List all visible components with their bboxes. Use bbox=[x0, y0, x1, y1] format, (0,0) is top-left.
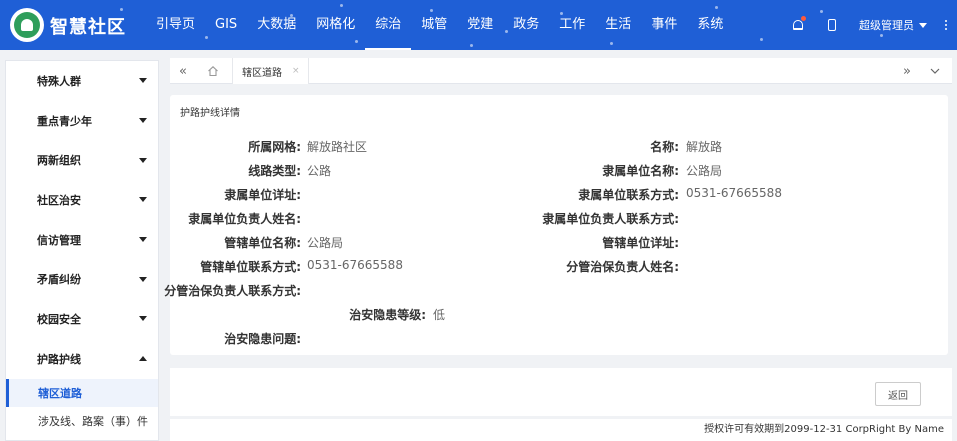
sidebar-item-label: 特殊人群 bbox=[37, 74, 81, 88]
card-title: 护路护线详情 bbox=[180, 108, 240, 119]
sidebar-item-special-population[interactable]: 特殊人群 bbox=[6, 61, 158, 101]
copyright-text: 授权许可有效期到2099-12-31 CorpRight By Name bbox=[170, 419, 952, 441]
home-tab-button[interactable] bbox=[200, 58, 226, 84]
field-label-admin-address: 管辖单位详址: bbox=[602, 236, 679, 250]
nav-item-comprehensive-governance[interactable]: 综治 bbox=[365, 0, 412, 50]
action-panel: 返回 bbox=[170, 368, 952, 416]
field-label-security-leader: 分管治保负责人姓名: bbox=[566, 260, 679, 274]
tabs-bar: « 辖区道路 × » bbox=[170, 58, 952, 84]
sidebar-item-key-youth[interactable]: 重点青少年 bbox=[6, 101, 158, 141]
more-menu-button[interactable] bbox=[935, 0, 957, 50]
field-label-hazard-level: 治安隐患等级: bbox=[349, 308, 426, 322]
field-label-line-type: 线路类型: bbox=[248, 164, 301, 178]
sidebar-subitem-road-cases[interactable]: 涉及线、路案（事）件 bbox=[6, 407, 158, 435]
caret-down-icon bbox=[139, 276, 147, 282]
field-label-name: 名称: bbox=[650, 140, 679, 154]
nav-item-government-affairs[interactable]: 政务 bbox=[503, 0, 549, 50]
logo-emblem-icon bbox=[14, 12, 40, 38]
nav-item-gis[interactable]: GIS bbox=[205, 0, 247, 50]
caret-down-icon bbox=[139, 237, 147, 243]
field-value-owner-phone: 0531-67665588 bbox=[686, 186, 782, 200]
sidebar-item-label: 矛盾纠纷 bbox=[37, 273, 81, 287]
sidebar-item-petition-management[interactable]: 信访管理 bbox=[6, 220, 158, 260]
tabs-dropdown-button[interactable] bbox=[922, 58, 948, 84]
sidebar-item-road-protection[interactable]: 护路护线 bbox=[6, 339, 158, 379]
sidebar-subitem-jurisdiction-roads[interactable]: 辖区道路 bbox=[6, 378, 158, 407]
app-logo[interactable] bbox=[10, 8, 44, 42]
field-label-owner-leader: 隶属单位负责人姓名: bbox=[188, 212, 301, 226]
notification-dot bbox=[801, 16, 806, 21]
tabs-scroll-right-button[interactable]: » bbox=[894, 58, 920, 84]
home-icon bbox=[208, 66, 218, 77]
more-vertical-icon bbox=[945, 20, 947, 22]
sidebar-item-new-organizations[interactable]: 两新组织 bbox=[6, 140, 158, 180]
field-value-name: 解放路 bbox=[686, 140, 723, 154]
sidebar-item-label: 两新组织 bbox=[37, 154, 81, 168]
sidebar-item-label: 护路护线 bbox=[37, 352, 81, 366]
back-button[interactable]: 返回 bbox=[875, 382, 921, 406]
mobile-button[interactable] bbox=[815, 0, 849, 50]
bell-icon bbox=[793, 20, 803, 30]
sidebar-item-disputes[interactable]: 矛盾纠纷 bbox=[6, 259, 158, 299]
nav-item-city-management[interactable]: 城管 bbox=[411, 0, 457, 50]
nav-item-bigdata[interactable]: 大数据 bbox=[247, 0, 306, 50]
nav-item-work[interactable]: 工作 bbox=[549, 0, 595, 50]
user-name: 超级管理员 bbox=[859, 19, 914, 32]
field-value-owner-unit: 公路局 bbox=[686, 164, 723, 178]
nav-item-grid[interactable]: 网格化 bbox=[306, 0, 365, 50]
sidebar-item-label: 社区治安 bbox=[37, 193, 81, 207]
field-label-security-leader-phone: 分管治保负责人联系方式: bbox=[164, 284, 301, 298]
field-value-admin-phone: 0531-67665588 bbox=[307, 258, 403, 272]
sidebar-item-label: 校园安全 bbox=[37, 312, 81, 326]
sidebar-item-label: 信访管理 bbox=[37, 233, 81, 247]
header-tools: 超级管理员 bbox=[781, 0, 957, 50]
user-menu[interactable]: 超级管理员 bbox=[849, 17, 935, 33]
field-value-admin-unit: 公路局 bbox=[307, 236, 344, 250]
double-chevron-left-icon: « bbox=[179, 63, 187, 79]
main-nav: 引导页 GIS 大数据 网格化 综治 城管 党建 政务 工作 生活 事件 系统 bbox=[146, 0, 733, 50]
double-chevron-right-icon: » bbox=[903, 63, 911, 79]
caret-down-icon bbox=[919, 22, 927, 28]
field-label-grid: 所属网格: bbox=[248, 140, 301, 154]
caret-down-icon bbox=[139, 197, 147, 203]
caret-down-icon bbox=[139, 157, 147, 163]
field-label-hazard-issue: 治安隐患问题: bbox=[224, 332, 301, 346]
sidebar-item-community-security[interactable]: 社区治安 bbox=[6, 180, 158, 220]
sidebar: 特殊人群 重点青少年 两新组织 社区治安 信访管理 矛盾纠纷 校园安全 护路护线… bbox=[5, 60, 159, 441]
notifications-button[interactable] bbox=[781, 0, 815, 50]
road-protection-detail-card: 护路护线详情 所属网格: 解放路社区 名称: 解放路 线路类型: 公路 隶属单位… bbox=[164, 95, 948, 355]
tabs-scroll-left-button[interactable]: « bbox=[170, 58, 196, 84]
nav-item-life[interactable]: 生活 bbox=[595, 0, 641, 50]
caret-down-icon bbox=[139, 118, 147, 124]
field-label-owner-address: 隶属单位详址: bbox=[224, 188, 301, 202]
field-label-admin-phone: 管辖单位联系方式: bbox=[200, 260, 301, 274]
tab-jurisdiction-roads[interactable]: 辖区道路 × bbox=[232, 58, 309, 84]
field-value-grid: 解放路社区 bbox=[307, 140, 368, 154]
field-label-owner-unit: 隶属单位名称: bbox=[602, 164, 679, 178]
mobile-phone-icon bbox=[828, 19, 836, 31]
field-label-owner-phone: 隶属单位联系方式: bbox=[578, 188, 679, 202]
nav-item-guide[interactable]: 引导页 bbox=[146, 0, 205, 50]
caret-down-icon bbox=[139, 316, 147, 322]
field-label-admin-unit: 管辖单位名称: bbox=[224, 236, 301, 250]
nav-item-party-building[interactable]: 党建 bbox=[457, 0, 503, 50]
nav-item-events[interactable]: 事件 bbox=[641, 0, 687, 50]
close-icon[interactable]: × bbox=[292, 66, 300, 76]
tab-label: 辖区道路 bbox=[242, 67, 282, 79]
sidebar-item-label: 重点青少年 bbox=[37, 114, 92, 128]
field-label-owner-leader-phone: 隶属单位负责人联系方式: bbox=[542, 212, 679, 226]
nav-item-system[interactable]: 系统 bbox=[687, 0, 733, 50]
caret-down-icon bbox=[139, 78, 147, 84]
caret-up-icon bbox=[139, 356, 147, 362]
field-value-line-type: 公路 bbox=[307, 164, 332, 178]
top-navigation-bar: 智慧社区 引导页 GIS 大数据 网格化 综治 城管 党建 政务 工作 生活 事… bbox=[0, 0, 957, 50]
chevron-down-icon bbox=[930, 68, 940, 74]
field-value-hazard-level: 低 bbox=[433, 308, 446, 322]
sidebar-item-campus-safety[interactable]: 校园安全 bbox=[6, 299, 158, 339]
app-title: 智慧社区 bbox=[50, 17, 126, 38]
